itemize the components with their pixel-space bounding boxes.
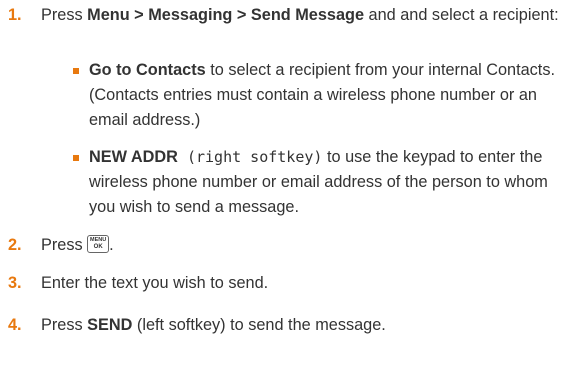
bullet-item-contacts: Go to Contacts to select a recipient fro… <box>89 61 555 129</box>
send-label: SEND <box>87 316 133 334</box>
bullet-icon <box>73 68 79 74</box>
step-text: Press Menu > Messaging > Send Message an… <box>41 6 559 24</box>
step-text: Enter the text you wish to send. <box>41 274 269 292</box>
step-number: 4. <box>8 316 22 334</box>
bullet-icon <box>73 155 79 161</box>
menu-ok-key-icon: MENU OK <box>87 235 110 253</box>
step-1: 1. Press Menu > Messaging > Send Message… <box>0 3 574 55</box>
bullet-item-new-addr: NEW ADDR (right softkey) to use the keyp… <box>89 148 548 216</box>
bullet-title: NEW ADDR <box>89 148 178 166</box>
menu-path: Menu > Messaging > Send Message <box>87 6 365 24</box>
bullet-title: Go to Contacts <box>89 61 206 79</box>
step-text: Press SEND (left softkey) to send the me… <box>41 316 386 334</box>
step-number: 2. <box>8 236 22 254</box>
step-number: 1. <box>8 6 22 24</box>
step-text: Press MENU OK. <box>41 235 114 254</box>
step-number: 3. <box>8 274 22 292</box>
